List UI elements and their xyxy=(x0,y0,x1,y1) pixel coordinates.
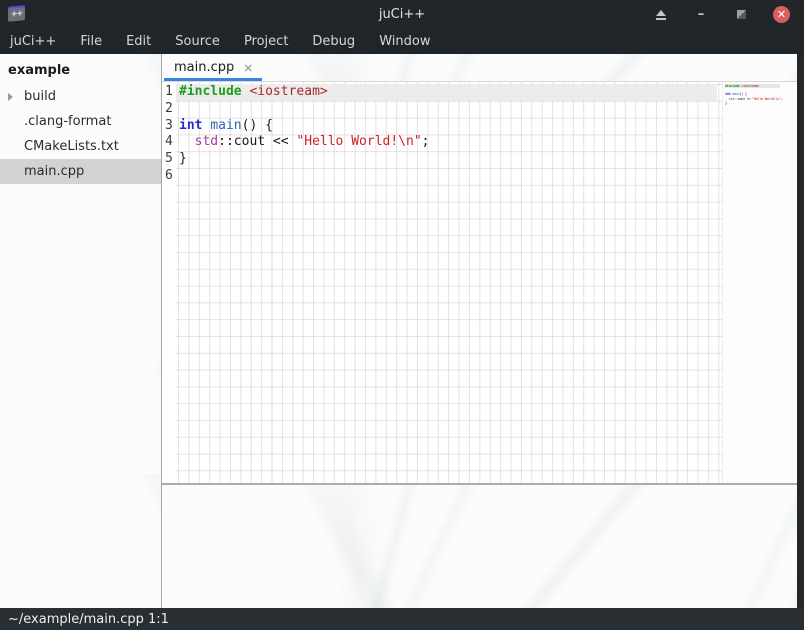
tree-item-label: main.cpp xyxy=(24,164,84,179)
titlebar[interactable]: ++ juCi++ – ✕ xyxy=(0,0,804,29)
menu-source[interactable]: Source xyxy=(163,31,232,52)
tab-bar: main.cpp × xyxy=(162,54,797,82)
maximize-icon xyxy=(737,10,746,19)
window-right-border xyxy=(797,54,804,608)
tree-item--clang-format[interactable]: .clang-format xyxy=(0,109,161,134)
minimap[interactable]: #include <iostream>int main() { std::cou… xyxy=(722,82,797,483)
tree-item-build[interactable]: build xyxy=(0,84,161,109)
tree-item-main-cpp[interactable]: main.cpp xyxy=(0,159,161,184)
line-number: 1 xyxy=(162,84,176,101)
code-lines[interactable]: #include <iostream>int main() { std::cou… xyxy=(176,82,722,483)
tab-main-cpp[interactable]: main.cpp × xyxy=(164,55,262,81)
line-number: 5 xyxy=(162,151,176,168)
close-button[interactable]: ✕ xyxy=(773,6,790,23)
status-bar: ~/example/main.cpp 1:1 xyxy=(0,608,804,630)
code-line-4[interactable]: std::cout << "Hello World!\n"; xyxy=(176,134,722,151)
menu-bar: juCi++FileEditSourceProjectDebugWindow xyxy=(0,29,804,54)
file-tree: build .clang-format CMakeLists.txt main.cpp xyxy=(0,84,161,184)
code-line-1[interactable]: #include <iostream> xyxy=(176,84,717,101)
file-tree-panel: example build .clang-format CMakeLists.txt… xyxy=(0,54,161,608)
line-number: 2 xyxy=(162,101,176,118)
minimize-button[interactable]: – xyxy=(693,7,709,23)
menu-file[interactable]: File xyxy=(68,31,114,52)
output-panel xyxy=(162,485,797,608)
code-line-2[interactable] xyxy=(176,101,722,118)
menu-project[interactable]: Project xyxy=(232,31,300,52)
tab-close-icon[interactable]: × xyxy=(243,62,253,74)
line-number: 6 xyxy=(162,168,176,185)
code-line-6[interactable] xyxy=(176,168,722,185)
window-controls: – ✕ xyxy=(653,6,804,23)
menu-window[interactable]: Window xyxy=(367,31,442,52)
gutter: 123456 xyxy=(162,82,176,483)
expander-icon[interactable] xyxy=(8,93,24,101)
minimap-content: #include <iostream>int main() { std::cou… xyxy=(725,84,797,109)
close-icon: ✕ xyxy=(777,9,786,20)
menu-debug[interactable]: Debug xyxy=(300,31,367,52)
line-number: 3 xyxy=(162,118,176,135)
tree-item-label: build xyxy=(24,89,56,104)
tree-item-label: .clang-format xyxy=(24,114,111,129)
code-line-3[interactable]: int main() { xyxy=(176,118,722,135)
app-window: ++ juCi++ – ✕ juCi++FileEditSourceProjec… xyxy=(0,0,804,630)
tree-root-folder[interactable]: example xyxy=(0,54,161,84)
line-number: 4 xyxy=(162,134,176,151)
menu-edit[interactable]: Edit xyxy=(114,31,163,52)
maximize-button[interactable] xyxy=(733,7,749,23)
shade-button[interactable] xyxy=(653,7,669,23)
code-editor[interactable]: 123456 #include <iostream>int main() { s… xyxy=(162,82,797,483)
minimize-icon: – xyxy=(698,10,705,20)
tab-label: main.cpp xyxy=(174,60,234,75)
menu-juci[interactable]: juCi++ xyxy=(10,31,68,52)
code-line-5[interactable]: } xyxy=(176,151,722,168)
tree-item-label: CMakeLists.txt xyxy=(24,139,119,154)
shade-icon xyxy=(656,10,666,20)
tree-item-cmakelists-txt[interactable]: CMakeLists.txt xyxy=(0,134,161,159)
minimap-line xyxy=(725,105,797,109)
status-file-position: ~/example/main.cpp 1:1 xyxy=(8,612,169,627)
